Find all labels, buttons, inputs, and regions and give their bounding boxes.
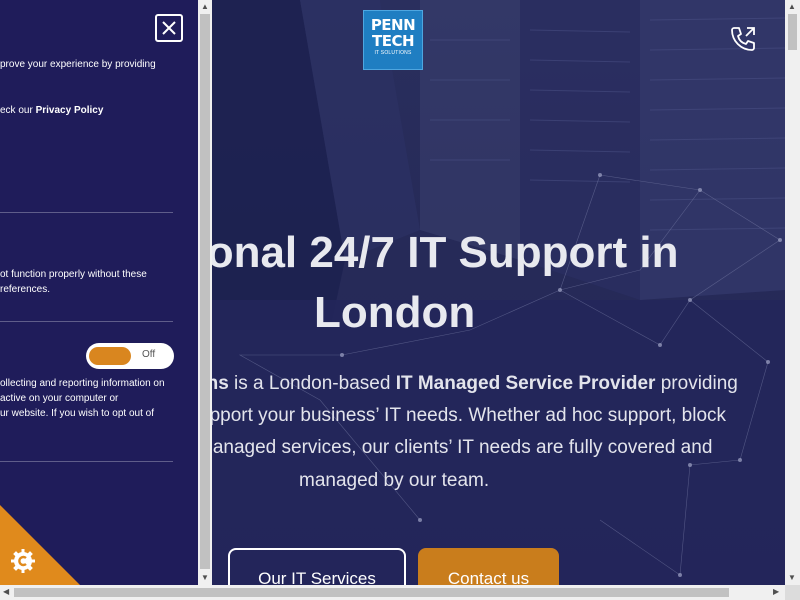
- cookie-settings-panel: prove your experience by providing eck o…: [0, 0, 198, 585]
- privacy-policy-link[interactable]: Privacy Policy: [36, 105, 104, 116]
- toggle-knob: [89, 347, 131, 365]
- penn-tech-logo[interactable]: PENN TECH IT SOLUTIONS: [363, 10, 423, 70]
- intro-text-1: is a London-based: [228, 373, 396, 394]
- cookie-settings-icon[interactable]: [10, 548, 36, 574]
- horizontal-scroll-thumb[interactable]: [14, 588, 729, 597]
- analytics-text-1: ollecting and reporting information on: [0, 378, 165, 389]
- necessary-cookies-text-2: references.: [0, 284, 51, 295]
- close-panel-button[interactable]: [155, 14, 183, 42]
- scroll-up-arrow-icon[interactable]: ▲: [201, 2, 209, 12]
- scroll-up-arrow-icon[interactable]: ▲: [788, 2, 796, 12]
- scroll-down-arrow-icon[interactable]: ▼: [201, 573, 209, 583]
- intro-text-2: providing: [655, 373, 738, 394]
- privacy-policy-line: eck our Privacy Policy: [0, 103, 103, 118]
- intro-line-2: upport your business’ IT needs. Whether …: [199, 405, 727, 426]
- page-horizontal-scrollbar[interactable]: ◀ ▶: [0, 585, 785, 600]
- panel-scroll-thumb[interactable]: [200, 14, 210, 569]
- scroll-right-arrow-icon[interactable]: ▶: [773, 587, 779, 597]
- intro-line-1: ons is a London-based IT Managed Service…: [195, 368, 738, 400]
- logo-text-it-solutions: IT SOLUTIONS: [374, 50, 412, 56]
- close-icon: [162, 21, 176, 35]
- analytics-text-3: ur website. If you wish to opt out of: [0, 408, 154, 419]
- logo-text-tech: TECH: [371, 32, 415, 50]
- panel-vertical-scrollbar[interactable]: ▲ ▼: [198, 0, 212, 585]
- cookie-intro-text: prove your experience by providing: [0, 59, 156, 70]
- our-it-services-button[interactable]: Our IT Services: [228, 548, 406, 585]
- phone-icon[interactable]: [728, 24, 758, 54]
- scroll-left-arrow-icon[interactable]: ◀: [3, 587, 9, 597]
- intro-msp-bold: IT Managed Service Provider: [395, 373, 656, 394]
- analytics-cookies-toggle[interactable]: Off: [86, 343, 174, 369]
- page-vertical-scrollbar[interactable]: ▲ ▼: [785, 0, 800, 585]
- scroll-down-arrow-icon[interactable]: ▼: [788, 573, 796, 583]
- headline-line-1: sional 24/7 IT Support in: [170, 228, 679, 277]
- intro-line-4: managed by our team.: [299, 470, 490, 491]
- intro-line-3: managed services, our clients’ IT needs …: [197, 437, 713, 458]
- privacy-prefix-text: eck our: [0, 105, 36, 116]
- divider: [0, 461, 173, 462]
- divider: [0, 212, 173, 213]
- necessary-cookies-text-1: ot function properly without these: [0, 269, 147, 280]
- logo-text-penn: PENN: [370, 16, 416, 34]
- headline-line-2: London: [314, 288, 476, 337]
- analytics-text-2: active on your computer or: [0, 393, 119, 404]
- scrollbar-corner: [785, 585, 800, 600]
- contact-us-button[interactable]: Contact us: [418, 548, 559, 585]
- divider: [0, 321, 173, 322]
- toggle-state-label: Off: [142, 349, 156, 360]
- page-scroll-thumb[interactable]: [788, 14, 797, 50]
